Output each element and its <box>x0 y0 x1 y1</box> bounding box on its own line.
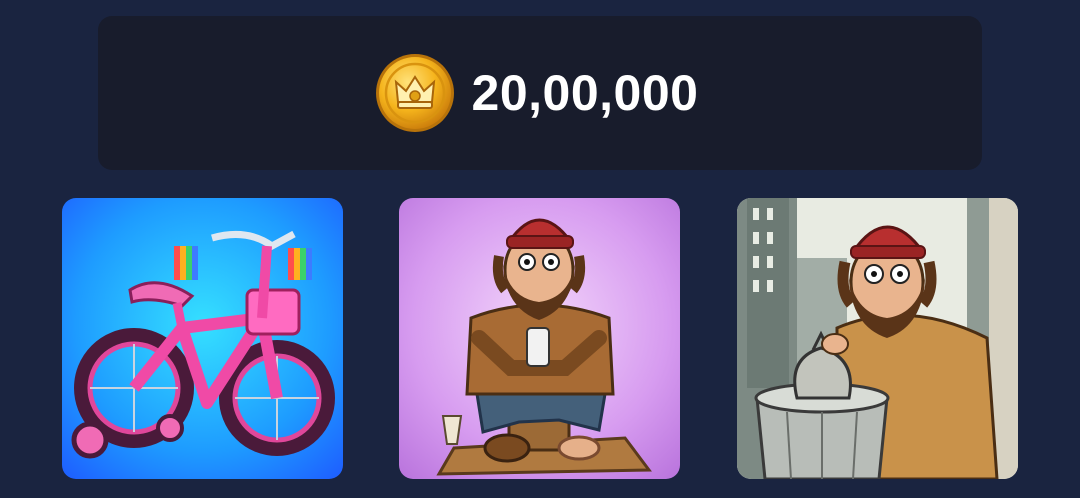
pink-bicycle-icon <box>62 198 343 479</box>
balance-display: 20,00,000 <box>374 52 699 134</box>
item-card-homeless-trash[interactable] <box>737 198 1018 479</box>
homeless-man-phone-icon <box>399 198 680 479</box>
item-card-homeless-phone[interactable] <box>399 198 680 479</box>
homeless-man-trash-icon <box>737 198 1018 479</box>
balance-amount: 20,00,000 <box>471 65 699 121</box>
balance-panel: 20,00,000 <box>98 16 982 170</box>
crown-coin-icon <box>375 54 454 132</box>
item-card-bicycle[interactable] <box>62 198 343 479</box>
